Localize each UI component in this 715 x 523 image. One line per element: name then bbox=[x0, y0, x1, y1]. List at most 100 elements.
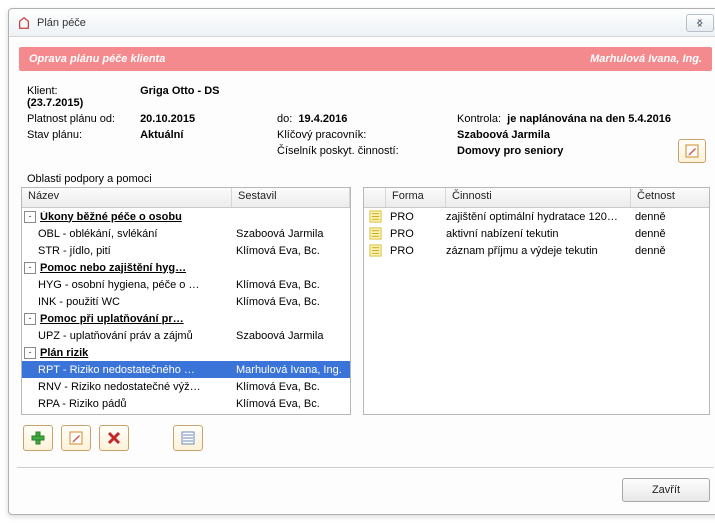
tree-row-name: Úkony běžné péče o osobu bbox=[40, 211, 232, 223]
close-button[interactable]: Zavřít bbox=[622, 478, 710, 502]
tree-row-author: Marhulová Ivana, Ing. bbox=[232, 364, 350, 376]
col-author[interactable]: Sestavil bbox=[232, 188, 350, 207]
validity-from: 20.10.2015 bbox=[140, 113, 195, 125]
tree-row-name: Pomoc nebo zajištění hyg… bbox=[40, 262, 232, 274]
state-label: Stav plánu: bbox=[27, 129, 137, 141]
tree-item-row[interactable]: RPA - Riziko pádůKlímová Eva, Bc. bbox=[22, 395, 350, 412]
to-label: do: bbox=[277, 113, 292, 125]
control-label: Kontrola: bbox=[457, 113, 501, 125]
detail-activity: aktivní nabízení tekutin bbox=[446, 228, 631, 240]
title-bar[interactable]: Plán péče bbox=[9, 9, 715, 37]
tree-row-name: STR - jídlo, pití bbox=[38, 245, 232, 257]
tree-item-row[interactable]: RNV - Riziko nedostatečné výž…Klímová Ev… bbox=[22, 378, 350, 395]
detail-activity: zajištění optimální hydratace 120… bbox=[446, 211, 631, 223]
tree-row-name: Plán rizik bbox=[40, 347, 232, 359]
provider-label: Číselník poskyt. činností: bbox=[277, 145, 399, 157]
col-freq[interactable]: Četnost bbox=[631, 188, 709, 207]
tree-row-author: Klímová Eva, Bc. bbox=[232, 415, 350, 416]
collapse-toggle[interactable]: - bbox=[24, 211, 36, 223]
detail-activity: záznam příjmu a výdeje tekutin bbox=[446, 245, 631, 257]
tree-row-author: Klímová Eva, Bc. bbox=[232, 296, 350, 308]
state-value: Aktuální bbox=[140, 129, 183, 141]
col-form[interactable]: Forma bbox=[386, 188, 446, 207]
detail-form: PRO bbox=[386, 228, 446, 240]
note-icon bbox=[364, 210, 386, 223]
care-plan-dialog: Plán péče Oprava plánu péče klienta Marh… bbox=[8, 8, 715, 515]
tree-row-name: Pomoc při uplatňování pr… bbox=[40, 313, 232, 325]
toolbar bbox=[9, 415, 715, 453]
detail-form: PRO bbox=[386, 211, 446, 223]
tree-item-row[interactable]: HYG - osobní hygiena, péče o …Klímová Ev… bbox=[22, 276, 350, 293]
tree-item-row[interactable]: RVP - Riziko vzniku proleženinKlímová Ev… bbox=[22, 412, 350, 415]
keyworker-label: Klíčový pracovník: bbox=[277, 129, 366, 141]
areas-tree-grid[interactable]: Název Sestavil -Úkony běžné péče o osobu… bbox=[21, 187, 351, 415]
collapse-toggle[interactable]: - bbox=[24, 262, 36, 274]
window-close-button[interactable] bbox=[686, 14, 714, 32]
tree-row-name: RPA - Riziko pádů bbox=[38, 398, 232, 410]
provider-value: Domovy pro seniory bbox=[457, 145, 563, 157]
detail-freq: denně bbox=[631, 245, 709, 257]
tree-row-name: RNV - Riziko nedostatečné výž… bbox=[38, 381, 232, 393]
tree-row-author: Szaboová Jarmila bbox=[232, 228, 350, 240]
tree-row-author: Klímová Eva, Bc. bbox=[232, 398, 350, 410]
details-grid[interactable]: Forma Činnosti Četnost PROzajištění opti… bbox=[363, 187, 710, 415]
collapse-toggle[interactable]: - bbox=[24, 347, 36, 359]
tree-item-row[interactable]: OBL - oblékání, svlékáníSzaboová Jarmila bbox=[22, 225, 350, 242]
validity-to: 19.4.2016 bbox=[298, 113, 347, 125]
tree-item-row[interactable]: INK - použití WCKlímová Eva, Bc. bbox=[22, 293, 350, 310]
detail-freq: denně bbox=[631, 211, 709, 223]
keyworker-value: Szaboová Jarmila bbox=[457, 129, 550, 141]
edit-button[interactable] bbox=[61, 425, 91, 451]
collapse-toggle[interactable]: - bbox=[24, 313, 36, 325]
col-icon bbox=[364, 188, 386, 207]
detail-row[interactable]: PROzajištění optimální hydratace 120…den… bbox=[364, 208, 709, 225]
pencil-icon bbox=[68, 430, 84, 446]
note-icon bbox=[364, 227, 386, 240]
section-label: Oblasti podpory a pomoci bbox=[27, 173, 715, 185]
control-value: je naplánována na den 5.4.2016 bbox=[507, 113, 671, 125]
col-name[interactable]: Název bbox=[22, 188, 232, 207]
edit-header-button[interactable] bbox=[678, 139, 706, 163]
tree-row-name: HYG - osobní hygiena, péče o … bbox=[38, 279, 232, 291]
pencil-icon bbox=[684, 143, 700, 159]
tree-group-row[interactable]: -Plán rizik bbox=[22, 344, 350, 361]
window-title: Plán péče bbox=[37, 17, 86, 29]
client-label: Klient: bbox=[27, 85, 137, 97]
validity-label: Platnost plánu od: bbox=[27, 113, 137, 125]
tree-row-name: OBL - oblékání, svlékání bbox=[38, 228, 232, 240]
tree-group-row[interactable]: -Pomoc při uplatňování pr… bbox=[22, 310, 350, 327]
detail-row[interactable]: PROaktivní nabízení tekutindenně bbox=[364, 225, 709, 242]
tree-row-author: Klímová Eva, Bc. bbox=[232, 279, 350, 291]
detail-row[interactable]: PROzáznam příjmu a výdeje tekutindenně bbox=[364, 242, 709, 259]
header-strip: Oprava plánu péče klienta Marhulová Ivan… bbox=[19, 47, 712, 71]
plus-icon bbox=[30, 430, 46, 446]
add-button[interactable] bbox=[23, 425, 53, 451]
detail-form: PRO bbox=[386, 245, 446, 257]
tree-group-row[interactable]: -Pomoc nebo zajištění hyg… bbox=[22, 259, 350, 276]
tree-row-name: RVP - Riziko vzniku proleženin bbox=[38, 415, 232, 416]
tree-item-row[interactable]: UPZ - uplatňování práv a zájmůSzaboová J… bbox=[22, 327, 350, 344]
delete-x-icon bbox=[106, 430, 122, 446]
list-view-button[interactable] bbox=[173, 425, 203, 451]
tree-row-name: INK - použití WC bbox=[38, 296, 232, 308]
tree-item-row[interactable]: RPT - Riziko nedostatečného …Marhulová I… bbox=[22, 361, 350, 378]
tree-row-name: UPZ - uplatňování práv a zájmů bbox=[38, 330, 232, 342]
header-left: Oprava plánu péče klienta bbox=[29, 53, 590, 65]
tree-group-row[interactable]: -Úkony běžné péče o osobu bbox=[22, 208, 350, 225]
list-icon bbox=[180, 430, 196, 446]
note-icon bbox=[364, 244, 386, 257]
header-right: Marhulová Ivana, Ing. bbox=[590, 53, 702, 65]
tree-row-author: Szaboová Jarmila bbox=[232, 330, 350, 342]
areas-header: Název Sestavil bbox=[22, 188, 350, 208]
close-icon bbox=[695, 18, 705, 28]
tree-item-row[interactable]: STR - jídlo, pitíKlímová Eva, Bc. bbox=[22, 242, 350, 259]
col-activity[interactable]: Činnosti bbox=[446, 188, 631, 207]
detail-freq: denně bbox=[631, 228, 709, 240]
footer: Zavřít bbox=[9, 468, 715, 514]
info-panel: Klient: Griga Otto - DS (23.7.2015) Plat… bbox=[9, 71, 715, 165]
tree-row-name: RPT - Riziko nedostatečného … bbox=[38, 364, 232, 376]
delete-button[interactable] bbox=[99, 425, 129, 451]
tree-row-author: Klímová Eva, Bc. bbox=[232, 245, 350, 257]
details-header: Forma Činnosti Četnost bbox=[364, 188, 709, 208]
tree-row-author: Klímová Eva, Bc. bbox=[232, 381, 350, 393]
